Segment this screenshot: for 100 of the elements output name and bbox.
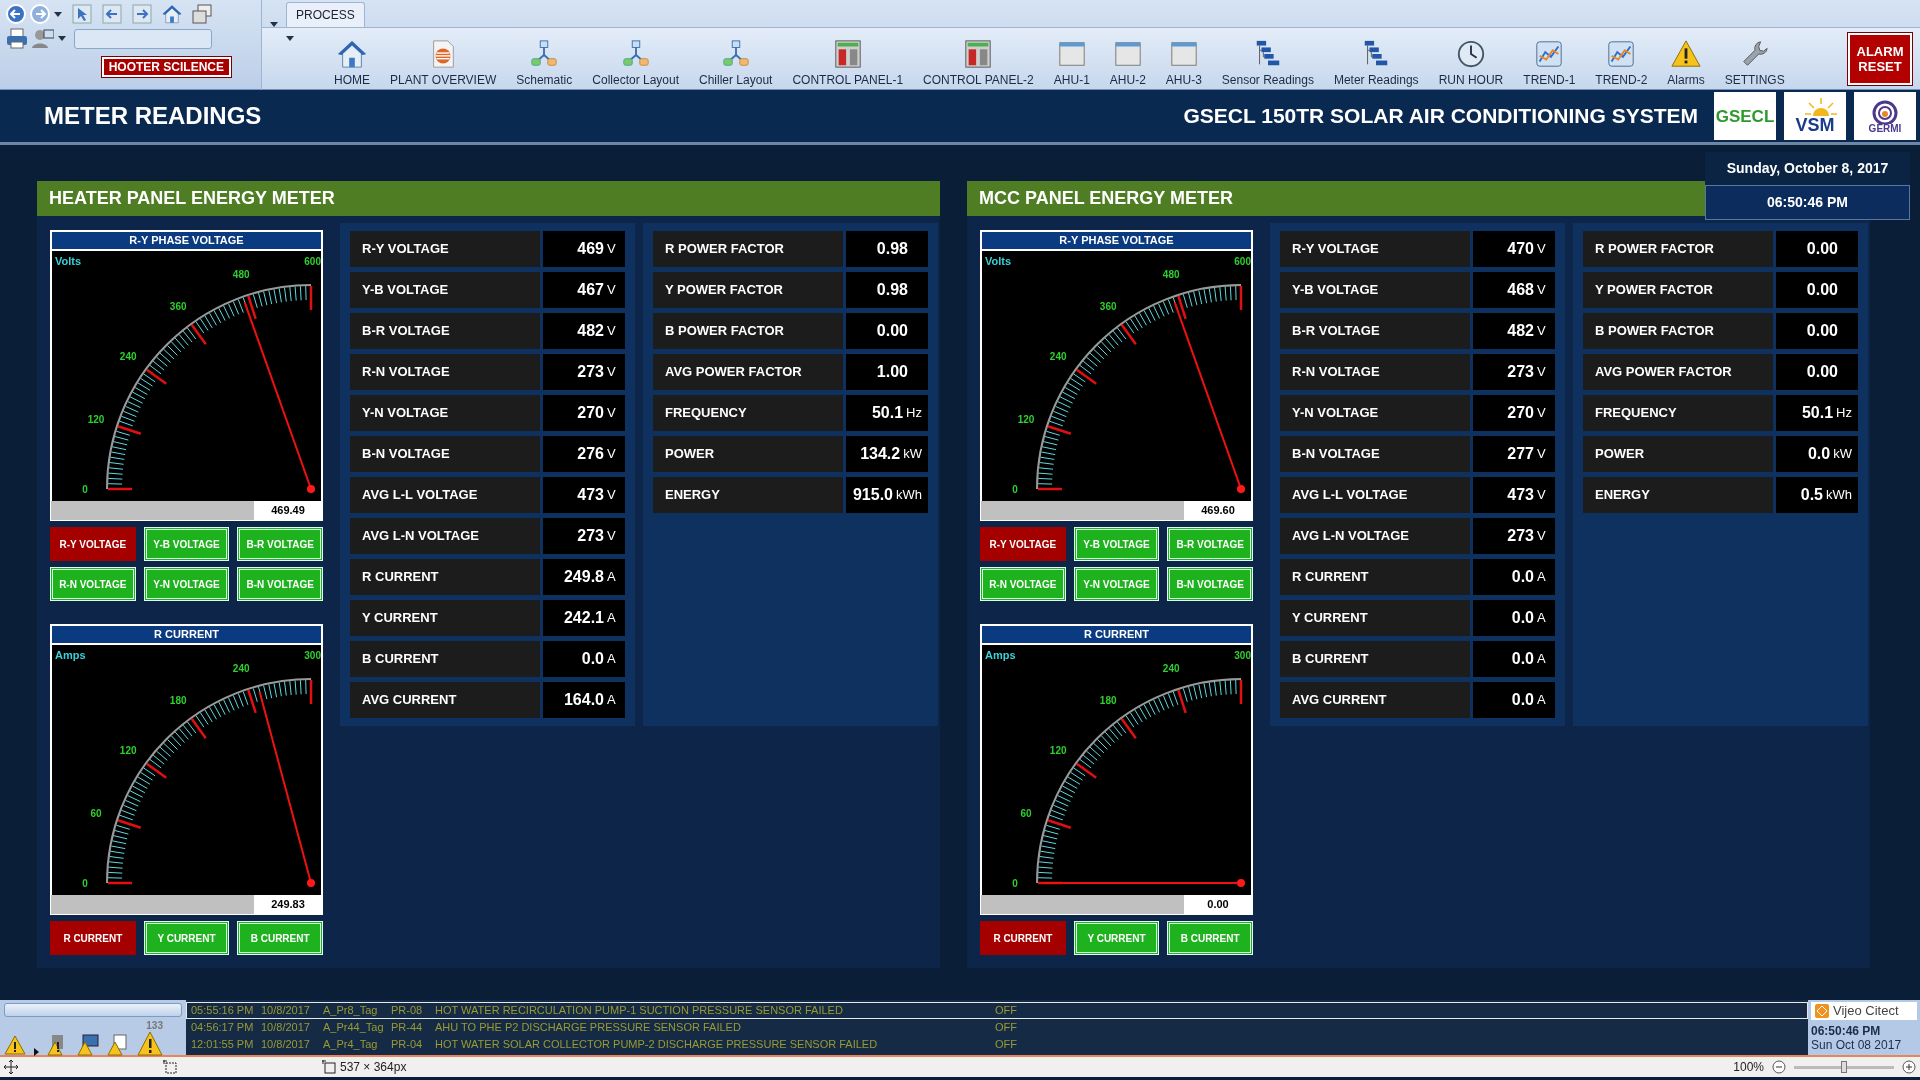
toolbar-button[interactable]: AHU-2	[1099, 31, 1156, 89]
scale-label: 120	[87, 414, 105, 426]
toolbar-button[interactable]: Sensor Readings	[1211, 31, 1324, 89]
reading-value: 0.0 A	[543, 641, 625, 677]
toolbar-button[interactable]: Chiller Layout	[689, 31, 783, 89]
panel-icon	[963, 39, 994, 69]
home-icon[interactable]	[162, 4, 182, 24]
toolbar-button[interactable]: SETTINGS	[1714, 31, 1795, 89]
panel-title: HEATER PANEL ENERGY METER	[37, 181, 940, 216]
reading-label: B CURRENT	[350, 641, 540, 677]
reading-value: 468 V	[1473, 272, 1555, 308]
reading-label: Y-B VOLTAGE	[350, 272, 540, 308]
gauge-reading: 469.49	[254, 501, 322, 520]
monitor-warning-icon[interactable]	[77, 1034, 99, 1056]
reading-value: 270 V	[543, 395, 625, 431]
alarm-row[interactable]: 12:01:55 PM 10/8/2017 A_Pr4_Tag PR-04 HOT WATER SOLAR COLLECTOR PUMP-2 DISCHARGE PRESSURE SENSOR FAILED OFF	[186, 1036, 1808, 1053]
tab[interactable]: PROCESS	[286, 2, 365, 27]
size-icon	[322, 1060, 336, 1074]
reading-value: 273 V	[1473, 518, 1555, 554]
alarm-reset-button[interactable]: ALARM RESET	[1848, 33, 1912, 85]
reading-label: AVG L-N VOLTAGE	[1280, 518, 1470, 554]
toolbar-button[interactable]: Alarms	[1657, 31, 1715, 89]
warning-icon[interactable]	[137, 1031, 163, 1056]
toolbar-button[interactable]: RUN HOUR	[1428, 31, 1514, 89]
toolbar-button[interactable]: PLANT OVERVIEW	[380, 31, 507, 89]
reading-label: Y-N VOLTAGE	[350, 395, 540, 431]
zoom-out-icon[interactable]	[1772, 1060, 1786, 1074]
reading-label: AVG L-L VOLTAGE	[350, 477, 540, 513]
gauge-reading: 0.00	[1184, 895, 1252, 914]
reading-value: 0.00	[1776, 313, 1858, 349]
reading-value: 0.00	[1776, 354, 1858, 390]
meter-select-button[interactable]: R CURRENT	[980, 921, 1066, 955]
reading-value: 273 V	[1473, 354, 1555, 390]
reading-label: AVG CURRENT	[350, 682, 540, 718]
toolbar-button[interactable]: AHU-1	[1043, 31, 1100, 89]
selection-icon[interactable]	[163, 1060, 177, 1074]
meter-select-button[interactable]: R-Y VOLTAGE	[980, 527, 1066, 561]
toolbar-button[interactable]: CONTROL PANEL-1	[782, 31, 914, 89]
scale-label: 240	[119, 351, 137, 363]
toolbar-button[interactable]: Collector Layout	[582, 31, 689, 89]
scale-label: 0	[82, 484, 88, 495]
alarm-filter-field[interactable]	[4, 1003, 182, 1017]
scale-label: 240	[232, 663, 250, 675]
printer-icon[interactable]	[6, 28, 28, 49]
reading-value: 0.0 A	[1473, 559, 1555, 595]
caret-icon[interactable]	[58, 36, 66, 41]
windows-icon[interactable]	[192, 4, 212, 24]
panel-icon	[832, 39, 863, 69]
hooter-button[interactable]: HOOTER SCILENCE	[101, 57, 231, 77]
date-label: Sunday, October 8, 2017	[1705, 152, 1910, 185]
user-icon[interactable]	[32, 28, 54, 49]
meter-select-button[interactable]: R-Y VOLTAGE	[50, 527, 136, 561]
alarm-row[interactable]: 04:56:17 PM 10/8/2017 A_Pr44_Tag PR-44 AHU TO PHE P2 DISCHARGE PRESSURE SENSOR FAILED OFF	[186, 1019, 1808, 1036]
toolbar-button[interactable]: Schematic	[506, 31, 583, 89]
alarm-date: 10/8/2017	[261, 1020, 311, 1036]
arrow-icon[interactable]	[34, 1048, 39, 1056]
toolbar-button[interactable]: HOME	[324, 31, 380, 89]
toolbar-button[interactable]: TREND-2	[1585, 31, 1658, 89]
zoom-level: 100%	[1733, 1059, 1764, 1076]
reading-value: 277 V	[1473, 436, 1555, 472]
toolbar-button[interactable]: AHU-3	[1155, 31, 1212, 89]
alarm-row[interactable]: 05:55:16 PM 10/8/2017 A_Pr8_Tag PR-08 HOT WATER RECIRCULATION PUMP-1 SUCTION PRESSURE SENSOR FAILED OFF	[186, 1002, 1808, 1019]
reading-label: Y CURRENT	[350, 600, 540, 636]
meter-select-button[interactable]: R CURRENT	[50, 921, 136, 955]
toolbar-button[interactable]: TREND-1	[1513, 31, 1586, 89]
reading-value: 273 V	[543, 518, 625, 554]
caret-icon[interactable]	[54, 11, 62, 17]
warning-icon[interactable]	[4, 1034, 26, 1056]
gauge-title: R CURRENT	[50, 624, 323, 645]
cursor-icon[interactable]	[72, 4, 92, 24]
alarm-code: PR-04	[391, 1037, 424, 1053]
toolbar-button[interactable]: CONTROL PANEL-2	[913, 31, 1044, 89]
logo: GERMI	[1854, 92, 1916, 140]
reading-label: Y POWER FACTOR	[653, 272, 843, 308]
slider-thumb[interactable]	[1841, 1060, 1847, 1073]
reading-label: Y-B VOLTAGE	[1280, 272, 1470, 308]
reading-value: 470 V	[1473, 231, 1555, 267]
unit-label: Volts	[55, 255, 82, 267]
warning-icon	[1671, 39, 1701, 69]
reading-value: 473 V	[1473, 477, 1555, 513]
reading-value: 0.0 A	[1473, 641, 1555, 677]
back-icon[interactable]	[102, 4, 122, 24]
move-icon[interactable]	[4, 1060, 18, 1074]
forward-icon[interactable]	[132, 4, 152, 24]
reading-label: Y CURRENT	[1280, 600, 1470, 636]
reading-label: AVG L-L VOLTAGE	[1280, 477, 1470, 513]
document-warning-icon[interactable]	[107, 1034, 129, 1056]
zoom-in-icon[interactable]	[1902, 1060, 1916, 1074]
reading-value: 0.0 A	[1473, 682, 1555, 718]
input-field[interactable]	[74, 28, 212, 49]
scale-label: 360	[1099, 301, 1117, 313]
alarm-count: 133	[146, 1021, 163, 1031]
scale-label: 300	[1234, 650, 1251, 661]
reading-value: 0.98	[846, 231, 928, 267]
toolbar-button[interactable]: Meter Readings	[1323, 31, 1429, 89]
reading-label: ENERGY	[653, 477, 843, 513]
image-size: 537 × 364px	[340, 1059, 407, 1076]
reading-label: B-N VOLTAGE	[350, 436, 540, 472]
reading-value: 0.00	[1776, 272, 1858, 308]
caret-icon[interactable]	[286, 36, 294, 41]
